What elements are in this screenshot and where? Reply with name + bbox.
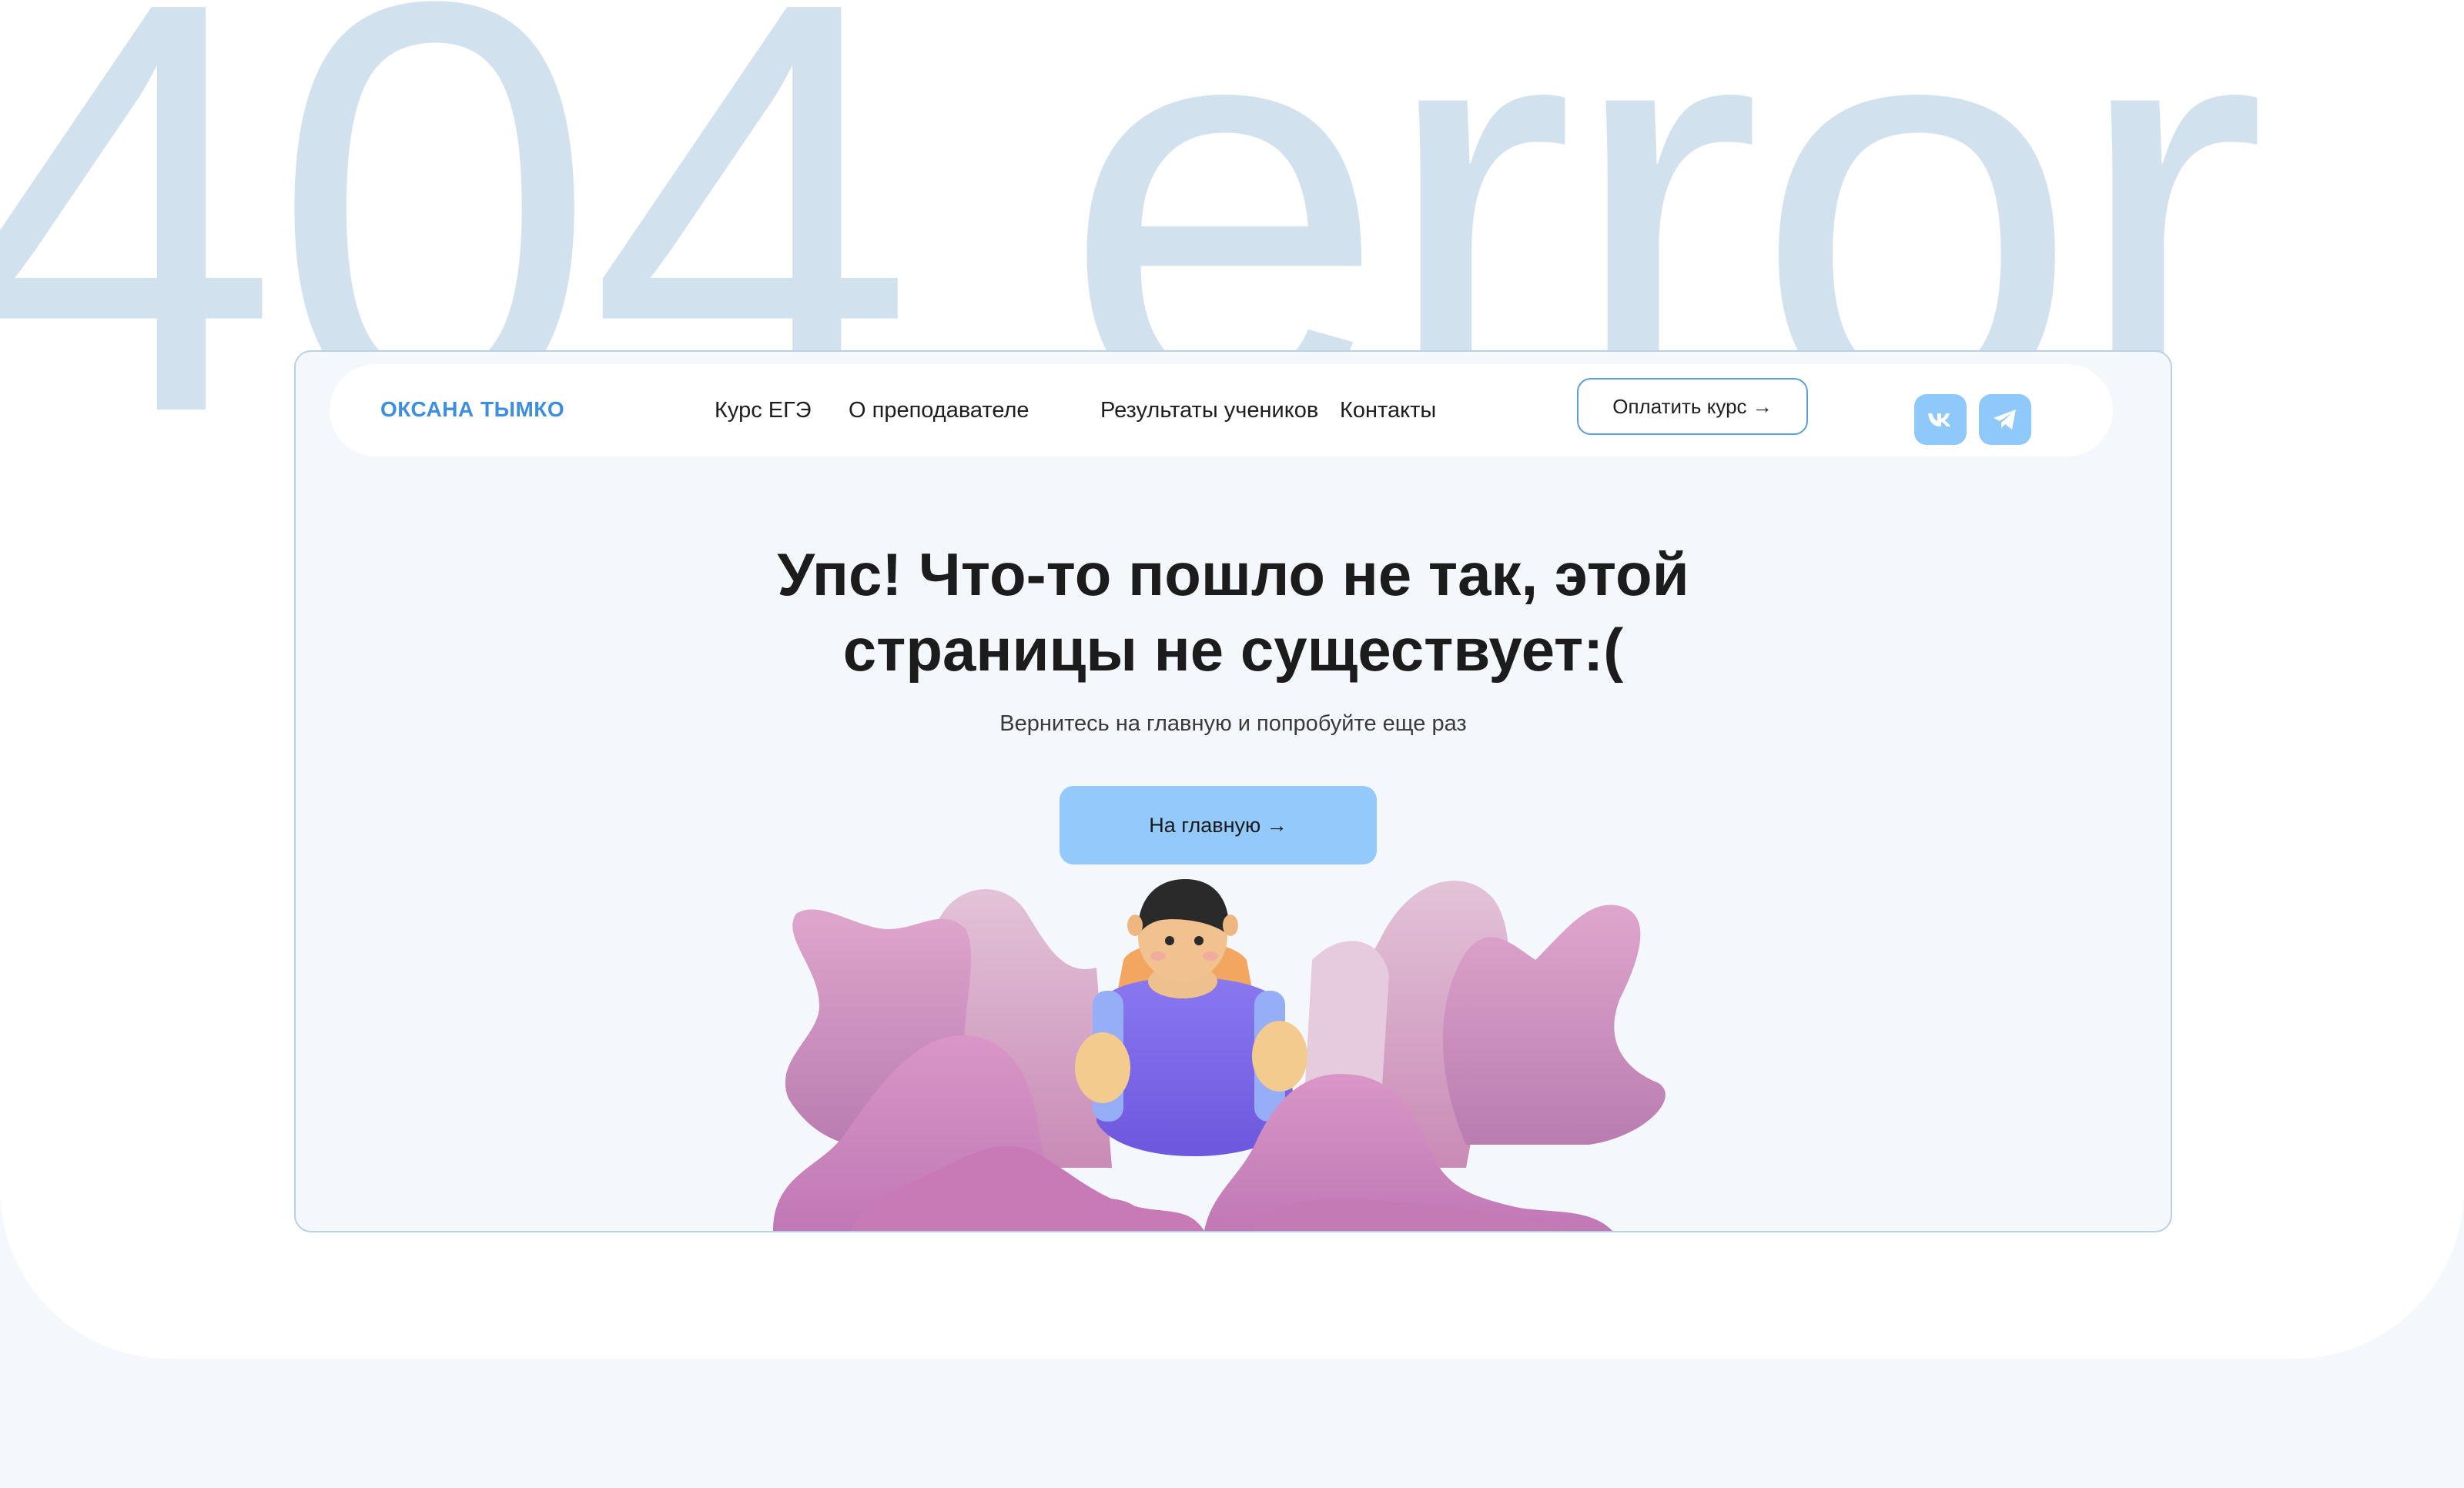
nav-item-contacts[interactable]: Контакты: [1340, 398, 1436, 423]
character-in-bushes-illustration: [773, 879, 1666, 1231]
page: 404 error ОКСАНА ТЫМКО Курс ЕГЭ О препод…: [0, 0, 2464, 1488]
telegram-button[interactable]: [1979, 394, 2031, 445]
vk-button[interactable]: [1914, 394, 1967, 445]
error-heading: Упс! Что-то пошло не так, этой страницы …: [296, 537, 2171, 687]
vk-icon: [1928, 413, 1950, 426]
nav-item-teacher[interactable]: О преподавателе: [849, 398, 1029, 423]
error-heading-line1: Упс! Что-то пошло не так, этой: [777, 540, 1689, 608]
nav-item-results[interactable]: Результаты учеников: [1100, 398, 1318, 423]
pay-course-button[interactable]: Оплатить курс →: [1577, 378, 1808, 435]
brand-logo[interactable]: ОКСАНА ТЫМКО: [380, 397, 564, 422]
top-navbar: ОКСАНА ТЫМКО Курс ЕГЭ О преподавателе Ре…: [330, 364, 2113, 456]
browser-frame: ОКСАНА ТЫМКО Курс ЕГЭ О преподавателе Ре…: [294, 350, 2172, 1232]
error-subtitle: Вернитесь на главную и попробуйте еще ра…: [999, 711, 1467, 736]
telegram-icon: [1994, 410, 2016, 430]
error-heading-line2: страницы не существует:(: [842, 616, 1624, 684]
nav-item-course[interactable]: Курс ЕГЭ: [715, 398, 812, 423]
